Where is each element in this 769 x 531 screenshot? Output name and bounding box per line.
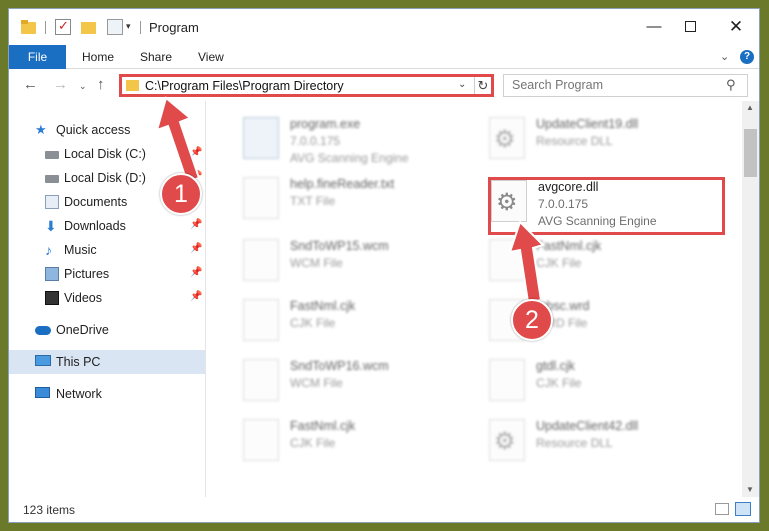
sidebar-item-videos[interactable]: Videos 📌	[9, 286, 205, 310]
tab-home[interactable]: Home	[82, 45, 114, 69]
vertical-scrollbar[interactable]: ▲ ▼	[742, 101, 759, 497]
file-icon	[489, 239, 525, 281]
tab-share[interactable]: Share	[140, 45, 172, 69]
file-icon	[243, 419, 279, 461]
up-arrow-icon[interactable]: ↑	[97, 76, 105, 93]
customize-toolbar-chevron-icon[interactable]: ▾	[126, 21, 131, 32]
recent-locations-chevron-icon[interactable]: ⌄	[79, 81, 87, 92]
search-icon[interactable]: ⚲	[726, 77, 736, 93]
cloud-icon	[35, 326, 51, 335]
tab-file[interactable]: File	[9, 45, 66, 69]
file-item[interactable]: FastNml.cjk CJK File	[243, 419, 483, 473]
file-item[interactable]: FastNml.cjk CJK File	[243, 299, 483, 353]
file-item[interactable]: help.fineReader.txt TXT File	[243, 177, 483, 231]
sidebar-item-downloads[interactable]: ⬇ Downloads 📌	[9, 214, 205, 238]
navigation-bar: ← → ⌄ ↑ C:\Program Files\Program Directo…	[9, 69, 759, 101]
music-icon: ♪	[45, 242, 52, 258]
exe-icon	[243, 117, 279, 159]
details-view-icon[interactable]	[715, 503, 729, 515]
file-item[interactable]: FastNml.cjk CJK File	[489, 239, 729, 293]
quick-access-toolbar-icon[interactable]	[107, 19, 123, 35]
drive-icon	[45, 175, 59, 183]
sidebar-item-onedrive[interactable]: OneDrive	[9, 318, 205, 342]
address-path[interactable]: C:\Program Files\Program Directory	[145, 79, 344, 93]
minimize-button[interactable]: —	[639, 15, 669, 39]
file-item[interactable]: UpdateClient19.dll Resource DLL	[489, 117, 729, 171]
search-input[interactable]	[512, 78, 712, 92]
folder-icon	[126, 80, 139, 91]
highlight-box	[488, 177, 725, 235]
refresh-icon[interactable]: ↻	[474, 77, 491, 94]
navigation-pane: ★ Quick access Local Disk (C:) 📌 Local D…	[9, 101, 206, 497]
ribbon-tabs: File Home Share View ⌄ ?	[9, 45, 759, 69]
computer-icon	[35, 355, 51, 366]
documents-icon	[45, 195, 59, 209]
step-1-badge: 1	[160, 173, 202, 215]
toolbar-divider	[45, 21, 46, 34]
address-bar[interactable]: C:\Program Files\Program Directory ⌄ ↻	[119, 74, 494, 97]
file-item[interactable]: SndToWP16.wcm WCM File	[243, 359, 483, 413]
address-history-chevron-icon[interactable]: ⌄	[458, 79, 466, 90]
file-icon	[243, 239, 279, 281]
pin-icon[interactable]: 📌	[190, 291, 202, 302]
help-icon[interactable]: ?	[740, 50, 754, 64]
folder-icon	[21, 19, 37, 35]
file-icon	[489, 359, 525, 401]
back-arrow-icon[interactable]: ←	[23, 76, 38, 93]
drive-icon	[45, 151, 59, 159]
sidebar-item-quick-access[interactable]: ★ Quick access	[9, 118, 205, 142]
new-folder-icon[interactable]	[81, 19, 97, 35]
file-list: program.exe 7.0.0.175 AVG Scanning Engin…	[207, 101, 741, 497]
step-2-badge: 2	[511, 299, 553, 341]
file-item[interactable]: SndToWP15.wcm WCM File	[243, 239, 483, 293]
videos-icon	[45, 291, 59, 305]
forward-arrow-icon[interactable]: →	[53, 76, 68, 93]
sidebar-item-local-disk-c[interactable]: Local Disk (C:) 📌	[9, 142, 205, 166]
star-icon: ★	[35, 122, 47, 137]
scroll-up-arrow-icon[interactable]: ▲	[746, 103, 754, 112]
sidebar-item-music[interactable]: ♪ Music 📌	[9, 238, 205, 262]
pin-icon[interactable]: 📌	[190, 219, 202, 230]
pictures-icon	[45, 267, 59, 281]
dll-icon	[489, 419, 525, 461]
item-count: 123 items	[23, 503, 76, 517]
sidebar-item-this-pc[interactable]: This PC	[9, 350, 205, 374]
tab-view[interactable]: View	[198, 45, 224, 69]
properties-check-icon[interactable]	[55, 18, 71, 35]
dll-icon	[489, 117, 525, 159]
file-item[interactable]: gtdl.cjk CJK File	[489, 359, 729, 413]
status-bar: 123 items	[9, 497, 759, 522]
network-icon	[35, 387, 50, 398]
file-explorer-window: ▾ Program — ✕ File Home Share View ⌄ ? ←…	[8, 8, 760, 523]
pin-icon[interactable]: 📌	[190, 147, 202, 158]
toolbar-divider	[140, 21, 141, 34]
pin-icon[interactable]: 📌	[190, 243, 202, 254]
file-icon	[243, 177, 279, 219]
file-item[interactable]: UpdateClient42.dll Resource DLL	[489, 419, 729, 473]
sidebar-item-network[interactable]: Network	[9, 382, 205, 406]
search-box[interactable]: ⚲	[503, 74, 748, 97]
sidebar-item-pictures[interactable]: Pictures 📌	[9, 262, 205, 286]
large-icons-view-icon[interactable]	[735, 502, 751, 516]
window-title: Program	[149, 20, 199, 35]
file-icon	[243, 359, 279, 401]
downloads-icon: ⬇	[45, 218, 57, 234]
pin-icon[interactable]: 📌	[190, 267, 202, 278]
title-bar: ▾ Program — ✕	[9, 9, 759, 45]
scrollbar-thumb[interactable]	[744, 129, 757, 177]
file-icon	[243, 299, 279, 341]
maximize-button[interactable]	[675, 15, 705, 39]
expand-ribbon-chevron-icon[interactable]: ⌄	[720, 50, 729, 63]
file-item[interactable]: program.exe 7.0.0.175 AVG Scanning Engin…	[243, 117, 483, 171]
close-button[interactable]: ✕	[721, 15, 751, 39]
maximize-icon	[684, 21, 696, 32]
scroll-down-arrow-icon[interactable]: ▼	[746, 485, 754, 494]
